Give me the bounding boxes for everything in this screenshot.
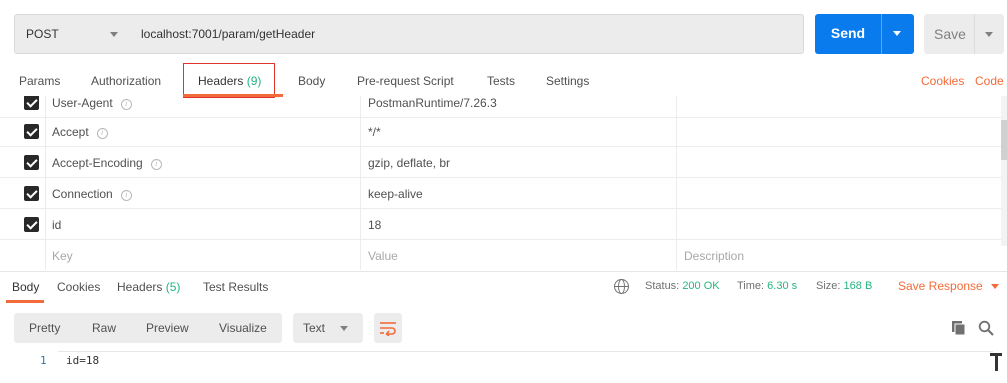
globe-icon[interactable]: [614, 279, 629, 294]
info-icon: i: [150, 159, 162, 170]
header-key[interactable]: Connection i: [52, 187, 132, 201]
save-button[interactable]: Save: [924, 14, 1004, 54]
resp-tab-cookies[interactable]: Cookies: [57, 280, 100, 294]
time-value: 6.30 s: [767, 280, 798, 292]
view-mode-group: Pretty Raw Preview Visualize: [14, 313, 282, 343]
send-divider: [881, 14, 882, 54]
cookies-link[interactable]: Cookies: [921, 74, 964, 88]
chevron-down-icon: [110, 32, 118, 37]
copy-icon[interactable]: [951, 320, 967, 336]
info-icon: i: [120, 99, 132, 110]
chevron-down-icon: [990, 284, 999, 289]
status-readout[interactable]: Status: 200 OK: [645, 280, 720, 292]
wrap-lines-icon: [380, 322, 396, 336]
method-select[interactable]: POST: [14, 14, 130, 54]
send-dropdown-chevron-icon[interactable]: [893, 31, 901, 36]
status-label: Status:: [645, 280, 680, 292]
resp-tab-test-results[interactable]: Test Results: [203, 280, 268, 294]
time-label: Time:: [737, 280, 765, 292]
resp-tab-headers-label: Headers: [117, 280, 163, 294]
method-value: POST: [26, 27, 59, 41]
resp-tab-headers-count: (5): [165, 280, 181, 294]
tab-authorization[interactable]: Authorization: [91, 74, 161, 88]
table-row-new: Key Value Description: [0, 240, 1007, 270]
header-value[interactable]: keep-alive: [368, 187, 423, 201]
text-cursor-icon-stem: [995, 353, 998, 371]
tab-tests[interactable]: Tests: [487, 74, 515, 88]
format-value: Text: [303, 321, 326, 335]
header-checkbox[interactable]: [24, 186, 39, 201]
tab-settings[interactable]: Settings: [546, 74, 589, 88]
new-value-input[interactable]: Value: [368, 249, 398, 263]
save-response-button[interactable]: Save Response: [898, 279, 999, 293]
table-row: User-Agent i PostmanRuntime/7.26.3: [0, 96, 1007, 118]
send-label: Send: [830, 25, 866, 41]
resp-tab-headers[interactable]: Headers (5): [117, 280, 180, 294]
new-description-input[interactable]: Description: [684, 249, 744, 263]
header-checkbox[interactable]: [24, 96, 39, 110]
editor-divider: [58, 351, 993, 352]
send-button[interactable]: Send: [815, 14, 914, 54]
header-checkbox[interactable]: [24, 124, 39, 139]
header-value[interactable]: PostmanRuntime/7.26.3: [368, 96, 497, 110]
response-view-toolbar: Pretty Raw Preview Visualize Text: [0, 303, 1007, 351]
save-label: Save: [934, 26, 966, 42]
response-body-editor[interactable]: 1 id=18: [0, 351, 1007, 383]
preview-button[interactable]: Preview: [146, 321, 189, 335]
header-value[interactable]: 18: [368, 218, 381, 232]
resp-tab-body[interactable]: Body: [12, 280, 39, 294]
tab-prerequest-script[interactable]: Pre-request Script: [357, 74, 454, 88]
save-divider: [974, 14, 975, 54]
tab-params[interactable]: Params: [19, 74, 60, 88]
response-tabs: Body Cookies Headers (5) Test Results St…: [0, 271, 1007, 303]
chevron-down-icon: [340, 326, 348, 331]
save-dropdown-chevron-icon[interactable]: [985, 32, 993, 37]
tab-body[interactable]: Body: [298, 74, 325, 88]
headers-scrollbar-track[interactable]: [1001, 96, 1007, 246]
header-value[interactable]: gzip, deflate, br: [368, 156, 450, 170]
format-select[interactable]: Text: [293, 313, 363, 343]
new-key-input[interactable]: Key: [52, 249, 73, 263]
url-value: localhost:7001/param/getHeader: [141, 27, 316, 41]
url-input[interactable]: localhost:7001/param/getHeader: [129, 14, 804, 54]
raw-button[interactable]: Raw: [92, 321, 116, 335]
status-value: 200 OK: [682, 280, 720, 292]
header-checkbox[interactable]: [24, 155, 39, 170]
header-key[interactable]: Accept i: [52, 125, 108, 139]
size-value: 168 B: [843, 280, 873, 292]
header-value[interactable]: */*: [368, 125, 381, 139]
annotation-highlight-box: [183, 63, 275, 98]
wrap-lines-button[interactable]: [374, 313, 402, 343]
code-link[interactable]: Code: [975, 74, 1004, 88]
save-response-label: Save Response: [898, 279, 983, 293]
info-icon: i: [120, 190, 132, 201]
headers-table: User-Agent i PostmanRuntime/7.26.3 Accept…: [0, 96, 1007, 270]
header-key[interactable]: User-Agent i: [52, 96, 132, 110]
table-row: Connection i keep-alive: [0, 178, 1007, 209]
size-readout[interactable]: Size: 168 B: [816, 280, 872, 292]
info-icon: i: [96, 128, 108, 139]
code-line: id=18: [66, 354, 100, 367]
table-row: Accept i */*: [0, 116, 1007, 147]
header-key[interactable]: Accept-Encoding i: [52, 156, 162, 170]
search-icon[interactable]: [978, 320, 994, 336]
pretty-button[interactable]: Pretty: [29, 321, 60, 335]
headers-scrollbar-thumb[interactable]: [1001, 120, 1007, 160]
request-tabs: Params Authorization Headers (9) Body Pr…: [0, 63, 1007, 98]
header-checkbox[interactable]: [24, 217, 39, 232]
visualize-button[interactable]: Visualize: [219, 321, 267, 335]
time-readout[interactable]: Time: 6.30 s: [737, 280, 797, 292]
table-row: Accept-Encoding i gzip, deflate, br: [0, 147, 1007, 178]
size-label: Size:: [816, 280, 841, 292]
line-number: 1: [40, 354, 47, 367]
line-gutter: 1: [0, 351, 58, 383]
request-bar: POST localhost:7001/param/getHeader Send…: [0, 0, 1007, 66]
header-key[interactable]: id: [52, 218, 61, 232]
table-row: id 18: [0, 209, 1007, 240]
